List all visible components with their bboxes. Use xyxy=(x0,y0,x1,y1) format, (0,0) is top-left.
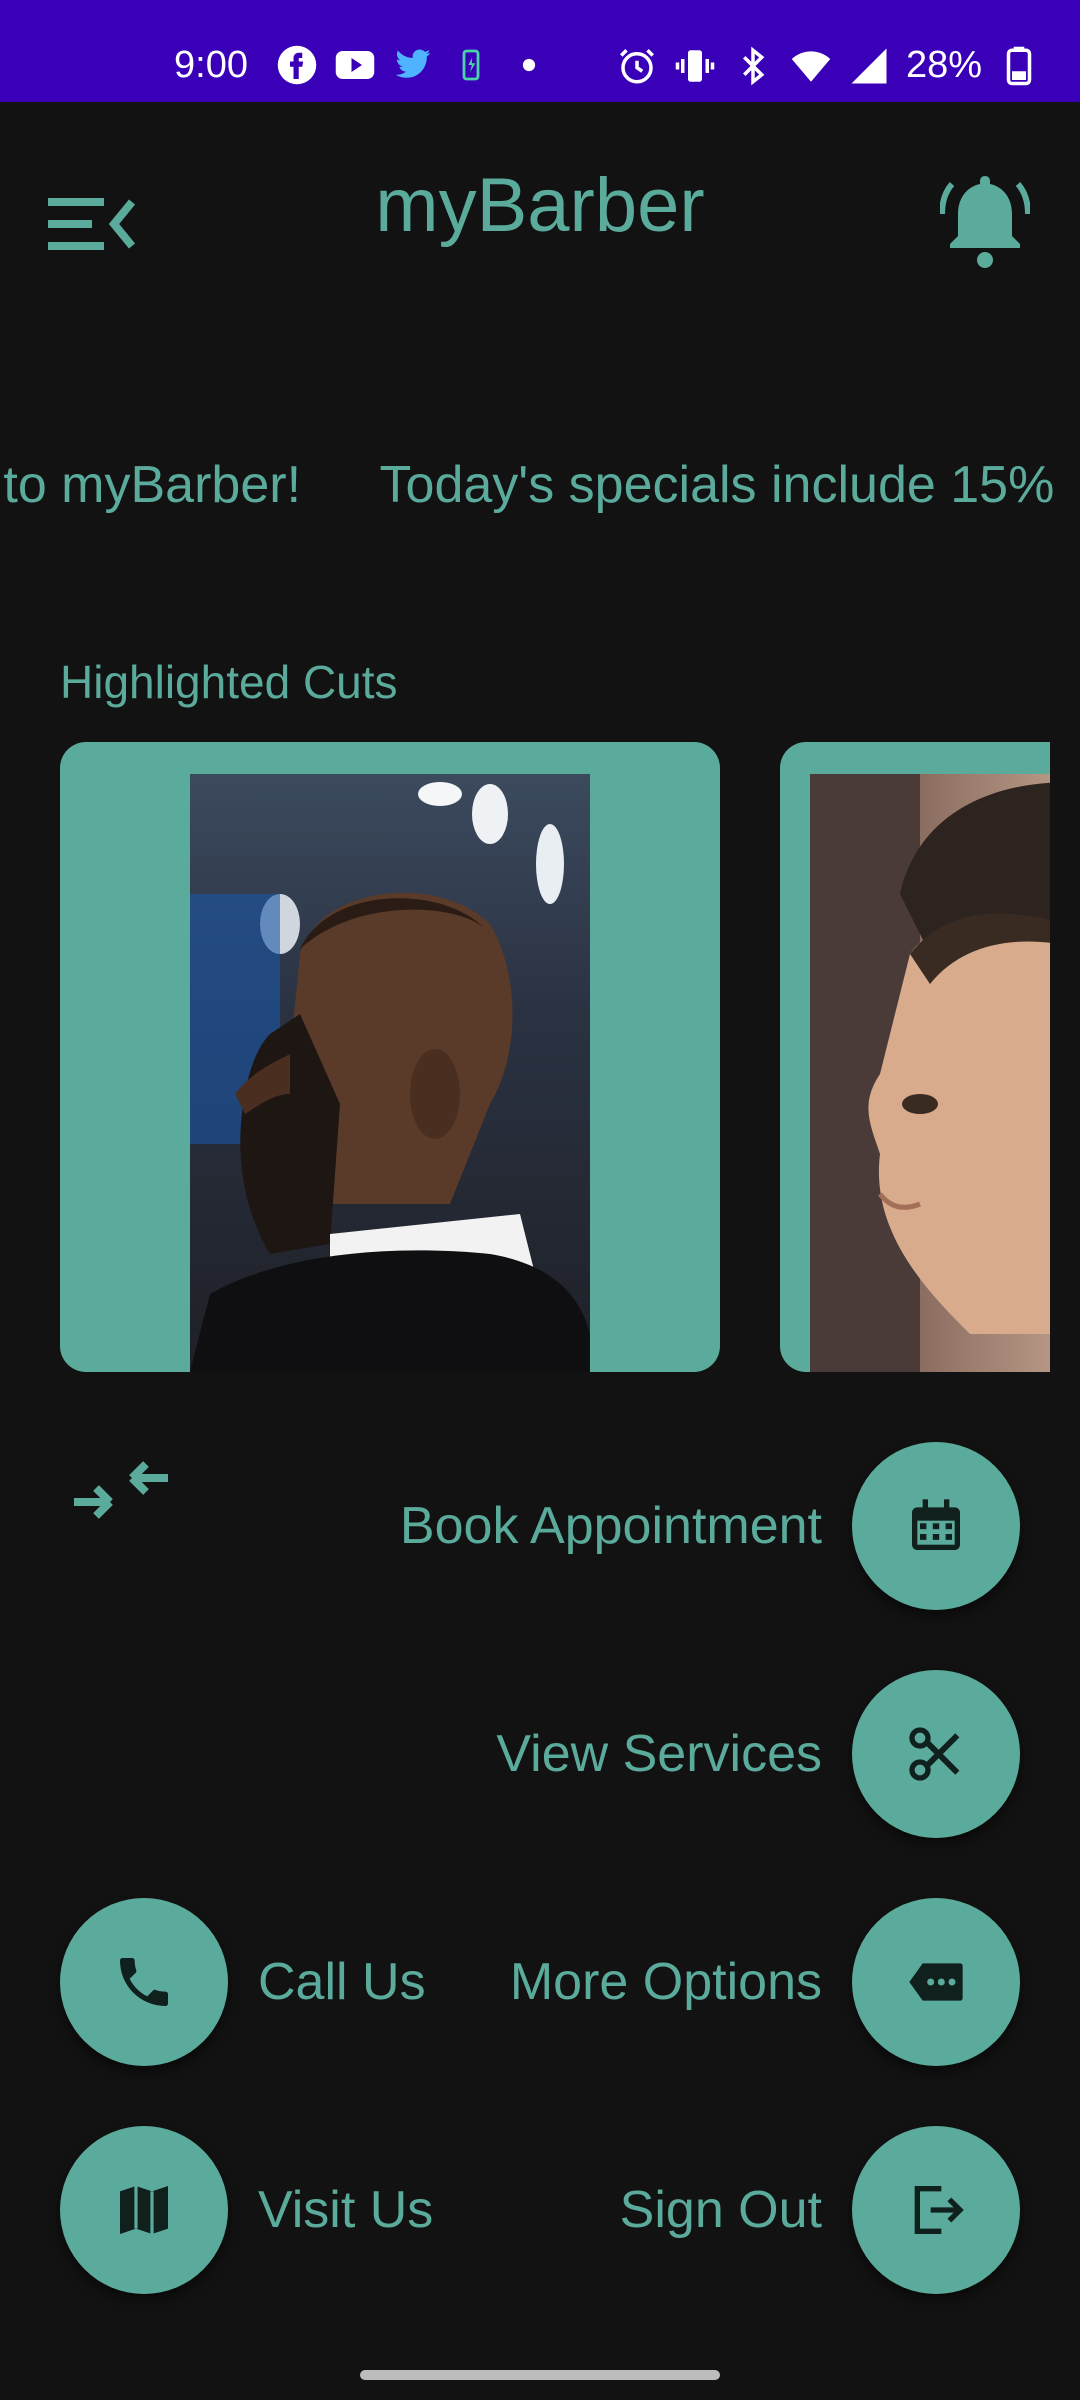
announcement-marquee: e to myBarber! Today's specials include … xyxy=(0,455,1080,535)
battery-percent: 28% xyxy=(905,44,982,86)
bell-icon[interactable] xyxy=(940,170,1030,270)
battery-icon xyxy=(1006,46,1032,85)
haircut-photo xyxy=(190,774,590,1372)
sign-out-label[interactable]: Sign Out xyxy=(620,2180,822,2240)
book-appointment-button[interactable] xyxy=(852,1442,1020,1610)
wifi-icon xyxy=(791,50,831,82)
marquee-text: e to myBarber! xyxy=(0,456,302,514)
book-appointment-label[interactable]: Book Appointment xyxy=(400,1496,822,1556)
facebook-icon xyxy=(277,45,317,85)
calendar-icon xyxy=(912,1499,960,1550)
map-icon xyxy=(120,2186,168,2234)
battery-saver-icon xyxy=(462,49,480,81)
logout-icon xyxy=(914,2186,964,2234)
dot-icon xyxy=(522,58,536,72)
app-title: myBarber xyxy=(375,163,705,248)
alarm-icon xyxy=(619,48,654,83)
status-bar: 9:00 28% xyxy=(0,0,1080,102)
sign-out-button[interactable] xyxy=(852,2126,1020,2294)
marquee-text: Today's specials include 15% xyxy=(379,456,1055,514)
haircut-photo-illustration xyxy=(810,774,1050,1372)
more-options-label[interactable]: More Options xyxy=(510,1952,822,2012)
visit-us-label[interactable]: Visit Us xyxy=(258,2180,433,2240)
twitter-icon xyxy=(395,49,431,78)
youtube-icon xyxy=(335,51,375,79)
signal-icon xyxy=(851,48,887,83)
status-system-icons: 28% xyxy=(616,44,1040,87)
view-services-button[interactable] xyxy=(852,1670,1020,1838)
call-us-label[interactable]: Call Us xyxy=(258,1952,426,2012)
haircut-photo xyxy=(810,774,1050,1372)
status-notification-icons xyxy=(276,44,550,86)
phone-icon xyxy=(120,1958,168,2006)
call-us-button[interactable] xyxy=(60,1898,228,2066)
haircut-photo-illustration xyxy=(190,782,590,1372)
scissors-icon xyxy=(909,1727,960,1781)
view-services-label[interactable]: View Services xyxy=(496,1724,822,1784)
more-options-button[interactable] xyxy=(852,1898,1020,2066)
highlighted-cuts-carousel[interactable] xyxy=(0,742,1050,1374)
highlighted-cuts-title: Highlighted Cuts xyxy=(60,656,398,708)
status-time: 9:00 xyxy=(174,44,248,86)
app-bar: myBarber xyxy=(0,102,1080,322)
bluetooth-icon xyxy=(742,46,765,85)
more-options-icon xyxy=(909,1963,963,2001)
collapse-icon[interactable] xyxy=(66,1450,176,1530)
haircut-card[interactable] xyxy=(780,742,1050,1372)
home-indicator[interactable] xyxy=(360,2370,720,2380)
visit-us-button[interactable] xyxy=(60,2126,228,2294)
haircut-card[interactable] xyxy=(60,742,720,1372)
vibrate-icon xyxy=(675,49,715,82)
